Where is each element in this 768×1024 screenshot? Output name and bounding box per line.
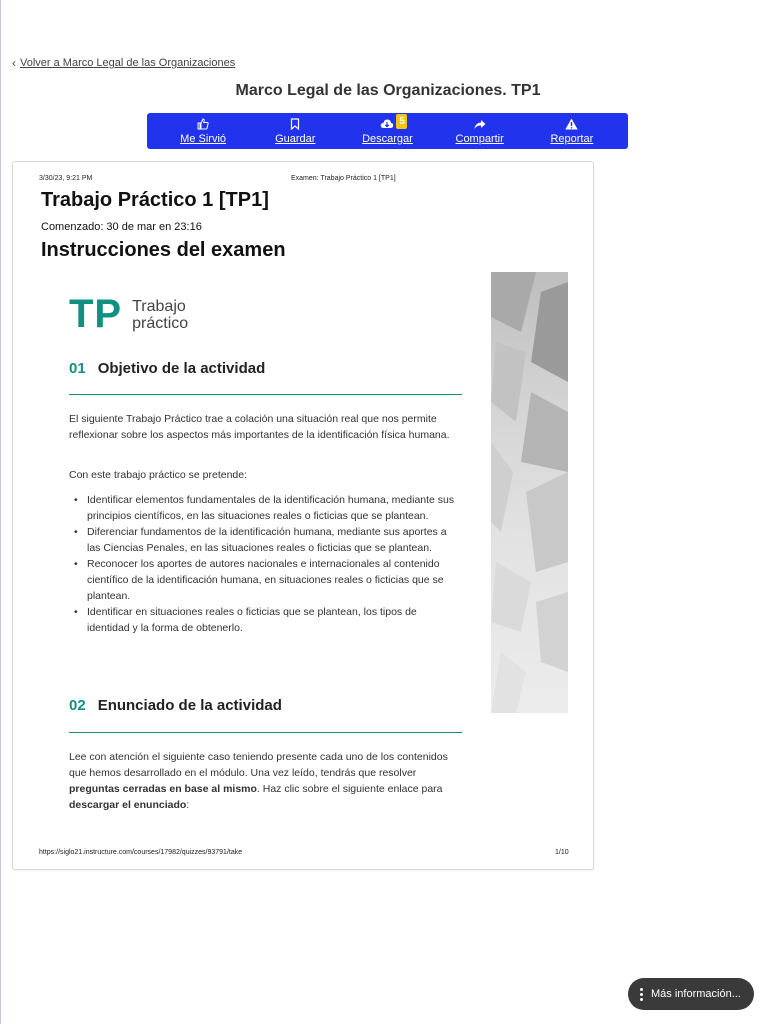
statement-text: . Haz clic sobre el siguiente enlace par… (256, 783, 443, 795)
tp-logo-line2: práctico (132, 314, 189, 332)
share-icon (474, 118, 486, 131)
share-label: Compartir (455, 132, 504, 145)
section-divider (69, 732, 462, 733)
statement-emphasis: preguntas cerradas en base al mismo (69, 783, 257, 795)
back-link[interactable]: ‹ Volver a Marco Legal de las Organizaci… (12, 57, 235, 69)
statement-emphasis: descargar el enunciado (69, 799, 187, 811)
section-objective-heading: 01 Objetivo de la actividad (69, 360, 265, 377)
print-exam-title: Examen: Trabajo Práctico 1 [TP1] (291, 175, 396, 182)
report-label: Reportar (550, 132, 594, 145)
download-button[interactable]: Descargar 5 (352, 113, 422, 145)
list-item: Reconocer los aportes de autores naciona… (69, 556, 461, 604)
print-date: 3/30/23, 9:21 PM (39, 175, 93, 182)
download-count-badge: 5 (396, 113, 408, 129)
statement-text: Lee con atención el siguiente caso tenie… (69, 751, 448, 779)
section-title: Enunciado de la actividad (97, 697, 282, 714)
started-at: Comenzado: 30 de mar en 23:16 (41, 221, 202, 233)
left-border (0, 0, 1, 1024)
document-page: 3/30/23, 9:21 PM Examen: Trabajo Práctic… (12, 161, 594, 870)
report-button[interactable]: Reportar (537, 118, 607, 145)
list-item: Identificar elementos fundamentales de l… (69, 492, 461, 524)
statement-paragraph: Lee con atención el siguiente caso tenie… (69, 749, 459, 813)
cloud-download-icon (380, 118, 394, 131)
objective-paragraph: El siguiente Trabajo Práctico trae a col… (69, 413, 450, 441)
section-divider (69, 394, 462, 395)
kebab-menu-icon (640, 987, 643, 1001)
warning-icon (565, 118, 579, 131)
list-item: Diferenciar fundamentos de la identifica… (69, 524, 461, 556)
list-item: Identificar en situaciones reales o fict… (69, 604, 461, 636)
statement-text: : (186, 799, 190, 811)
instructions-heading: Instrucciones del examen (41, 239, 286, 261)
section-number: 01 (69, 360, 86, 377)
download-label: Descargar (362, 132, 413, 145)
back-link-label: Volver a Marco Legal de las Organizacion… (20, 57, 236, 69)
print-footer-url: https://siglo21.instructure.com/courses/… (39, 849, 243, 856)
bookmark-icon (290, 118, 300, 131)
helpful-label: Me Sirvió (180, 132, 227, 145)
objective-list: Identificar elementos fundamentales de l… (69, 492, 461, 636)
exam-heading: Trabajo Práctico 1 [TP1] (41, 189, 269, 211)
tp-logo: TP Trabajo práctico (69, 292, 188, 337)
section-title: Objetivo de la actividad (97, 360, 266, 377)
chevron-left-icon: ‹ (12, 56, 16, 70)
tp-logo-mark: TP (69, 292, 123, 336)
decorative-image (491, 272, 568, 713)
document-title: Marco Legal de las Organizaciones. TP1 (235, 82, 541, 99)
section-statement-heading: 02 Enunciado de la actividad (69, 697, 282, 714)
save-button[interactable]: Guardar (260, 118, 330, 145)
section-number: 02 (69, 697, 86, 714)
document-toolbar: Me Sirvió Guardar Descargar 5 Compartir … (147, 113, 628, 149)
thumbs-up-icon (197, 118, 209, 131)
objective-intro: Con este trabajo práctico se pretende: (69, 469, 248, 481)
helpful-button[interactable]: Me Sirvió (168, 118, 238, 145)
tp-logo-line1: Trabajo (132, 297, 186, 315)
more-info-button[interactable]: Más información... (628, 978, 754, 1010)
share-button[interactable]: Compartir (445, 118, 515, 145)
print-page-number: 1/10 (555, 849, 569, 856)
more-info-label: Más información... (651, 988, 741, 1000)
save-label: Guardar (275, 132, 316, 145)
tp-logo-text: Trabajo práctico (132, 298, 188, 332)
